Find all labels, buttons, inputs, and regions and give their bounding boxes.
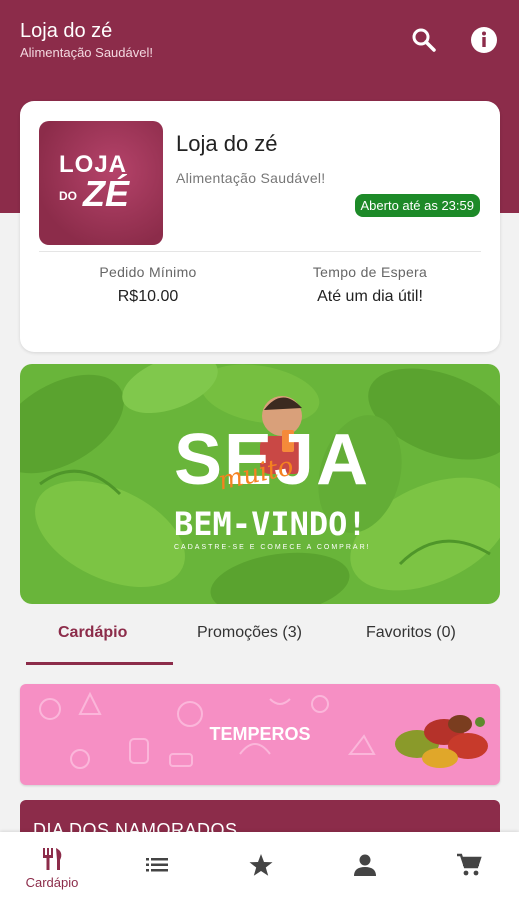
spices-image [395,715,488,768]
active-tab-indicator [26,662,173,665]
list-icon [146,858,168,872]
welcome-banner[interactable]: SEJA muito BEM-VINDO! CADASTRE-SE E COME… [20,364,500,604]
tab-favoritos[interactable]: Favoritos (0) [366,624,456,642]
min-order-label: Pedido Mínimo [99,264,197,280]
status-badge: Aberto até as 23:59 [354,194,480,217]
nav-label: Cardápio [25,875,79,890]
nav-cart[interactable] [416,832,519,900]
search-icon[interactable] [409,25,439,55]
cart-icon [457,853,482,876]
nav-list[interactable] [104,832,208,900]
tab-promocoes[interactable]: Promoções (3) [197,624,302,642]
tab-cardapio[interactable]: Cardápio [58,624,127,642]
store-logo: LOJA DO ZÉ [39,121,163,245]
wait-time-value: Até um dia útil! [317,288,423,305]
banner-welcome-text: BEM-VINDO! [174,505,367,543]
cutlery-icon [43,848,62,870]
store-description: Alimentação Saudável! [176,170,326,186]
wait-time-info: Tempo de Espera Até um dia útil! [260,264,480,306]
divider [39,251,481,252]
store-info-card: LOJA DO ZÉ Loja do zé Alimentação Saudáv… [20,101,500,352]
wait-time-label: Tempo de Espera [312,264,428,280]
app-subtitle: Alimentação Saudável! [20,45,153,60]
min-order-info: Pedido Mínimo R$10.00 [38,264,258,306]
nav-profile[interactable] [312,832,416,900]
nav-cardapio[interactable]: Cardápio [0,832,104,900]
app-title: Loja do zé [20,20,113,42]
person-icon [354,854,376,876]
logo-text-line3: ZÉ [83,173,130,214]
star-icon [249,854,273,876]
store-name: Loja do zé [176,131,278,156]
min-order-value: R$10.00 [117,288,179,305]
nav-favorites[interactable] [208,832,312,900]
info-icon[interactable] [469,25,499,55]
logo-text-line2: DO [59,189,77,203]
banner-caption: CADASTRE-SE E COMECE A COMPRAR! [174,544,371,551]
category-card-temperos[interactable]: TEMPEROS [20,684,500,785]
bottom-navigation: Cardápio [0,832,519,900]
